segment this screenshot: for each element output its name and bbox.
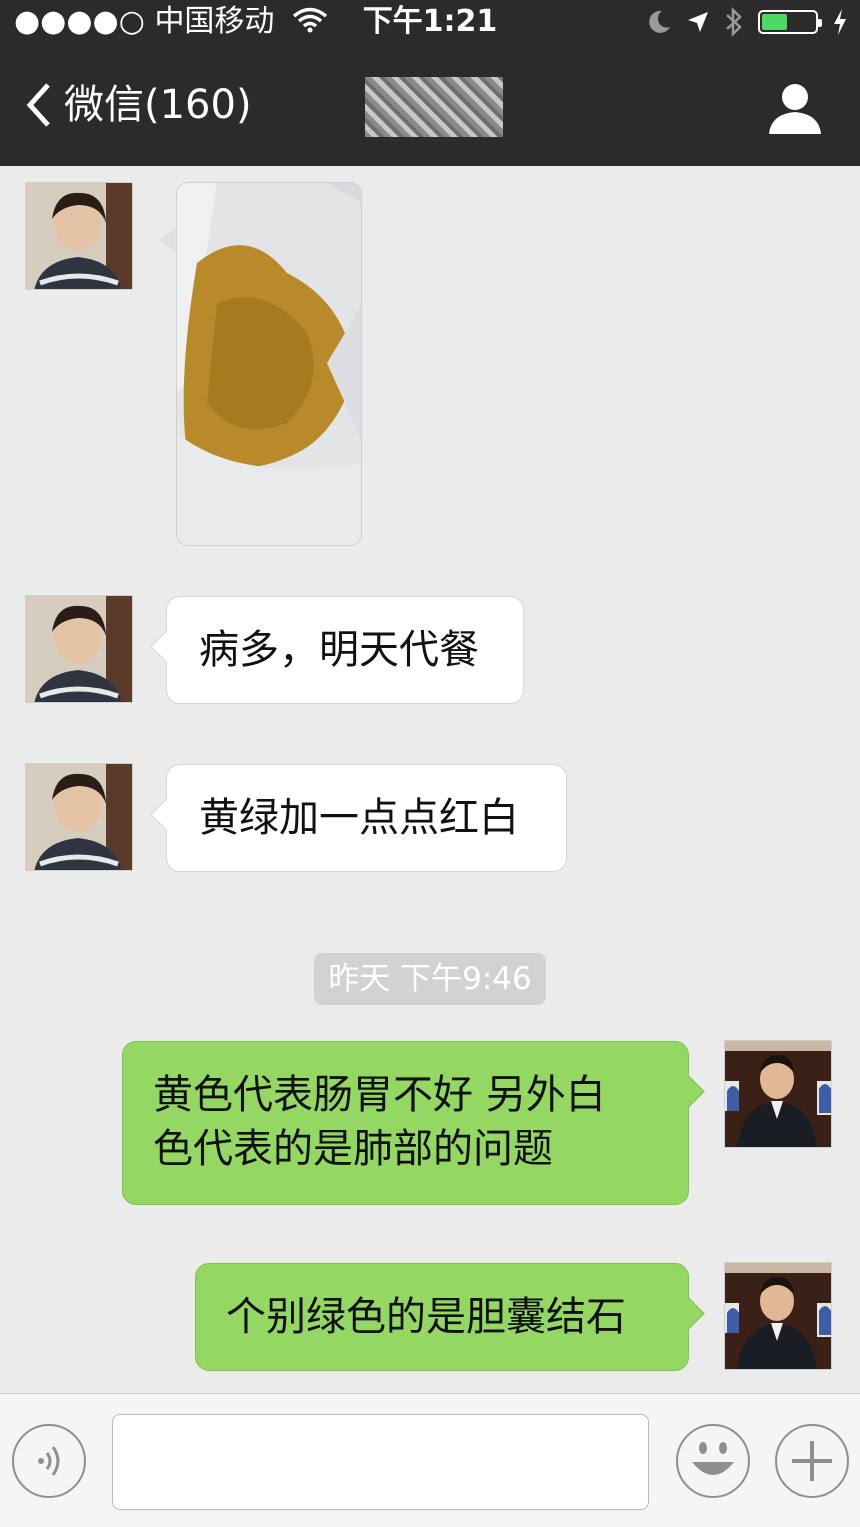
contact-avatar[interactable] bbox=[25, 182, 133, 290]
pixelated-chat-title bbox=[365, 77, 503, 137]
emoji-button[interactable] bbox=[676, 1424, 750, 1498]
bluetooth-icon bbox=[726, 7, 742, 37]
plus-icon bbox=[792, 1441, 832, 1481]
outgoing-message-bubble[interactable]: 个别绿色的是胆囊结石 bbox=[195, 1263, 689, 1371]
message-input[interactable] bbox=[112, 1414, 649, 1510]
image-bubble-tail bbox=[160, 228, 176, 252]
input-toolbar bbox=[0, 1393, 860, 1527]
profile-icon[interactable] bbox=[768, 82, 822, 136]
voice-icon bbox=[38, 1446, 60, 1476]
outgoing-message-bubble[interactable]: 黄色代表肠胃不好 另外白 色代表的是肺部的问题 bbox=[122, 1041, 689, 1205]
message-text: 黄绿加一点点红白 bbox=[199, 795, 519, 841]
photo-residue-on-cloth bbox=[177, 183, 361, 545]
woman-portrait-image bbox=[26, 764, 132, 870]
status-bar: ●●●●○ 中国移动 下午1:21 bbox=[0, 0, 860, 44]
incoming-message-bubble[interactable]: 病多，明天代餐 bbox=[166, 596, 524, 704]
charging-bolt-icon bbox=[834, 9, 846, 35]
emoji-icon bbox=[692, 1442, 734, 1475]
image-message[interactable] bbox=[176, 182, 362, 546]
timestamp-divider: 昨天 下午9:46 bbox=[314, 953, 546, 1005]
message-text-line: 黄色代表肠胃不好 另外白 bbox=[153, 1072, 606, 1118]
own-avatar[interactable] bbox=[724, 1262, 832, 1370]
woman-portrait-image bbox=[26, 183, 132, 289]
woman-portrait-image bbox=[26, 596, 132, 702]
voice-button[interactable] bbox=[12, 1424, 86, 1498]
own-avatar[interactable] bbox=[724, 1040, 832, 1148]
contact-avatar[interactable] bbox=[25, 763, 133, 871]
message-text: 病多，明天代餐 bbox=[199, 627, 479, 673]
chevron-left-icon bbox=[26, 83, 50, 127]
more-button[interactable] bbox=[775, 1424, 849, 1498]
battery-fill bbox=[762, 14, 787, 30]
contact-avatar[interactable] bbox=[25, 595, 133, 703]
man-in-suit-portrait-image bbox=[725, 1263, 831, 1369]
battery-indicator bbox=[758, 10, 822, 34]
status-right-icons bbox=[646, 6, 848, 38]
location-arrow-icon bbox=[688, 12, 708, 32]
nav-bar: 微信(160) bbox=[0, 44, 860, 166]
incoming-message-bubble[interactable]: 黄绿加一点点红白 bbox=[166, 764, 567, 872]
man-in-suit-portrait-image bbox=[725, 1041, 831, 1147]
moon-icon bbox=[649, 10, 670, 33]
message-text: 个别绿色的是胆囊结石 bbox=[226, 1294, 626, 1340]
message-text-line: 色代表的是肺部的问题 bbox=[153, 1126, 553, 1172]
back-label: 微信(160) bbox=[64, 82, 252, 128]
back-button[interactable]: 微信(160) bbox=[24, 78, 252, 132]
